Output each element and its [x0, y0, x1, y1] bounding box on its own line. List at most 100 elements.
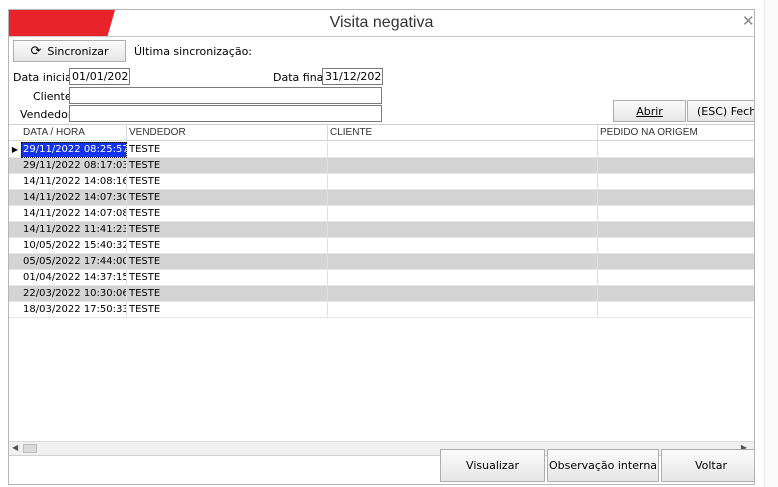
- cell-cliente[interactable]: [328, 222, 598, 238]
- close-icon[interactable]: ✕: [742, 12, 754, 34]
- sincronizar-label: Sincronizar: [47, 44, 109, 58]
- visitas-grid[interactable]: DATA / HORA VENDEDOR CLIENTE PEDIDO NA O…: [9, 124, 754, 456]
- visualizar-label: Visualizar: [466, 459, 519, 472]
- table-row[interactable]: 14/11/2022 11:41:23 TESTE: [9, 222, 754, 238]
- voltar-button[interactable]: Voltar: [661, 449, 754, 482]
- row-indicator-header: [9, 125, 21, 141]
- table-row[interactable]: 05/05/2022 17:44:00 TESTE: [9, 254, 754, 270]
- cell-cliente[interactable]: [328, 238, 598, 254]
- cell-cliente[interactable]: [328, 254, 598, 270]
- cell-data-hora[interactable]: 01/04/2022 14:37:15: [21, 270, 127, 286]
- cell-vendedor[interactable]: TESTE: [127, 206, 328, 222]
- cell-data-hora[interactable]: 18/03/2022 17:50:33: [21, 302, 127, 318]
- last-sync-label: Última sincronização:: [134, 45, 253, 58]
- cell-data-hora[interactable]: 29/11/2022 08:25:57: [21, 142, 127, 158]
- observacao-interna-label: Observação interna: [548, 459, 658, 472]
- cell-pedido-origem[interactable]: [598, 142, 754, 158]
- cell-cliente[interactable]: [328, 286, 598, 302]
- grid-rows: ▶ 29/11/2022 08:25:57 TESTE 29/11/2022 08:1…: [9, 142, 754, 318]
- column-header-pedido-origem[interactable]: PEDIDO NA ORIGEM: [598, 125, 754, 141]
- cell-pedido-origem[interactable]: [598, 174, 754, 190]
- table-row[interactable]: 18/03/2022 17:50:33 TESTE: [9, 302, 754, 318]
- table-row[interactable]: 14/11/2022 14:08:16 TESTE: [9, 174, 754, 190]
- vendedor-label: Vendedor:: [20, 108, 76, 121]
- cell-cliente[interactable]: [328, 190, 598, 206]
- title-bar: Visita negativa ✕: [9, 10, 754, 37]
- cell-vendedor[interactable]: TESTE: [127, 142, 328, 158]
- cell-cliente[interactable]: [328, 158, 598, 174]
- cell-vendedor[interactable]: TESTE: [127, 286, 328, 302]
- current-row-icon[interactable]: ▶: [9, 142, 21, 158]
- page-scrollbar[interactable]: [764, 0, 778, 487]
- column-header-cliente[interactable]: CLIENTE: [328, 125, 598, 141]
- fechar-button[interactable]: (ESC) Fechar: [687, 100, 754, 122]
- refresh-icon: ⟳: [30, 43, 42, 59]
- visita-negativa-window: Visita negativa ✕ ⟳ Sincronizar Última s…: [8, 9, 755, 485]
- table-row[interactable]: ▶ 29/11/2022 08:25:57 TESTE: [9, 142, 754, 158]
- data-final-field[interactable]: 31/12/2022: [322, 68, 383, 85]
- scroll-thumb[interactable]: [23, 444, 37, 453]
- cell-data-hora[interactable]: 05/05/2022 17:44:00: [21, 254, 127, 270]
- row-indicator[interactable]: [9, 174, 21, 190]
- cell-pedido-origem[interactable]: [598, 270, 754, 286]
- cell-vendedor[interactable]: TESTE: [127, 238, 328, 254]
- cell-vendedor[interactable]: TESTE: [127, 270, 328, 286]
- cell-pedido-origem[interactable]: [598, 238, 754, 254]
- data-inicial-field[interactable]: 01/01/2022: [69, 68, 130, 85]
- cell-cliente[interactable]: [328, 302, 598, 318]
- cell-data-hora[interactable]: 14/11/2022 14:08:16: [21, 174, 127, 190]
- cliente-field[interactable]: [69, 87, 382, 104]
- row-indicator[interactable]: [9, 270, 21, 286]
- abrir-label: Abrir: [636, 104, 663, 118]
- cell-vendedor[interactable]: TESTE: [127, 302, 328, 318]
- voltar-label: Voltar: [694, 459, 728, 472]
- window-title: Visita negativa: [329, 14, 434, 31]
- table-row[interactable]: 14/11/2022 14:07:08 TESTE: [9, 206, 754, 222]
- visualizar-button[interactable]: Visualizar: [440, 449, 545, 482]
- row-indicator[interactable]: [9, 302, 21, 318]
- scroll-left-icon[interactable]: ◀: [12, 443, 18, 452]
- cell-pedido-origem[interactable]: [598, 206, 754, 222]
- column-header-vendedor[interactable]: VENDEDOR: [127, 125, 328, 141]
- cell-pedido-origem[interactable]: [598, 302, 754, 318]
- cell-data-hora[interactable]: 14/11/2022 14:07:08: [21, 206, 127, 222]
- table-row[interactable]: 29/11/2022 08:17:03 TESTE: [9, 158, 754, 174]
- abrir-button[interactable]: Abrir: [613, 100, 686, 122]
- cell-cliente[interactable]: [328, 270, 598, 286]
- cell-vendedor[interactable]: TESTE: [127, 174, 328, 190]
- sincronizar-button[interactable]: ⟳ Sincronizar: [13, 40, 126, 62]
- cell-cliente[interactable]: [328, 206, 598, 222]
- row-indicator[interactable]: [9, 206, 21, 222]
- cell-pedido-origem[interactable]: [598, 254, 754, 270]
- cell-cliente[interactable]: [328, 174, 598, 190]
- cell-pedido-origem[interactable]: [598, 190, 754, 206]
- cell-vendedor[interactable]: TESTE: [127, 254, 328, 270]
- fechar-label: (ESC) Fechar: [697, 104, 754, 118]
- cell-data-hora[interactable]: 14/11/2022 14:07:30: [21, 190, 127, 206]
- cell-pedido-origem[interactable]: [598, 222, 754, 238]
- vendedor-field[interactable]: [69, 105, 382, 122]
- column-header-data-hora[interactable]: DATA / HORA: [21, 125, 127, 141]
- cell-data-hora[interactable]: 22/03/2022 10:30:06: [21, 286, 127, 302]
- cell-cliente[interactable]: [328, 142, 598, 158]
- table-row[interactable]: 14/11/2022 14:07:30 TESTE: [9, 190, 754, 206]
- cell-data-hora[interactable]: 10/05/2022 15:40:32: [21, 238, 127, 254]
- cell-vendedor[interactable]: TESTE: [127, 190, 328, 206]
- table-row[interactable]: 10/05/2022 15:40:32 TESTE: [9, 238, 754, 254]
- cell-pedido-origem[interactable]: [598, 158, 754, 174]
- grid-header: DATA / HORA VENDEDOR CLIENTE PEDIDO NA O…: [9, 125, 754, 141]
- table-row[interactable]: 01/04/2022 14:37:15 TESTE: [9, 270, 754, 286]
- row-indicator[interactable]: [9, 158, 21, 174]
- row-indicator[interactable]: [9, 190, 21, 206]
- cell-vendedor[interactable]: TESTE: [127, 158, 328, 174]
- cell-pedido-origem[interactable]: [598, 286, 754, 302]
- cell-vendedor[interactable]: TESTE: [127, 222, 328, 238]
- row-indicator[interactable]: [9, 238, 21, 254]
- row-indicator[interactable]: [9, 286, 21, 302]
- row-indicator[interactable]: [9, 222, 21, 238]
- observacao-interna-button[interactable]: Observação interna: [547, 449, 659, 482]
- cell-data-hora[interactable]: 29/11/2022 08:17:03: [21, 158, 127, 174]
- table-row[interactable]: 22/03/2022 10:30:06 TESTE: [9, 286, 754, 302]
- row-indicator[interactable]: [9, 254, 21, 270]
- cell-data-hora[interactable]: 14/11/2022 11:41:23: [21, 222, 127, 238]
